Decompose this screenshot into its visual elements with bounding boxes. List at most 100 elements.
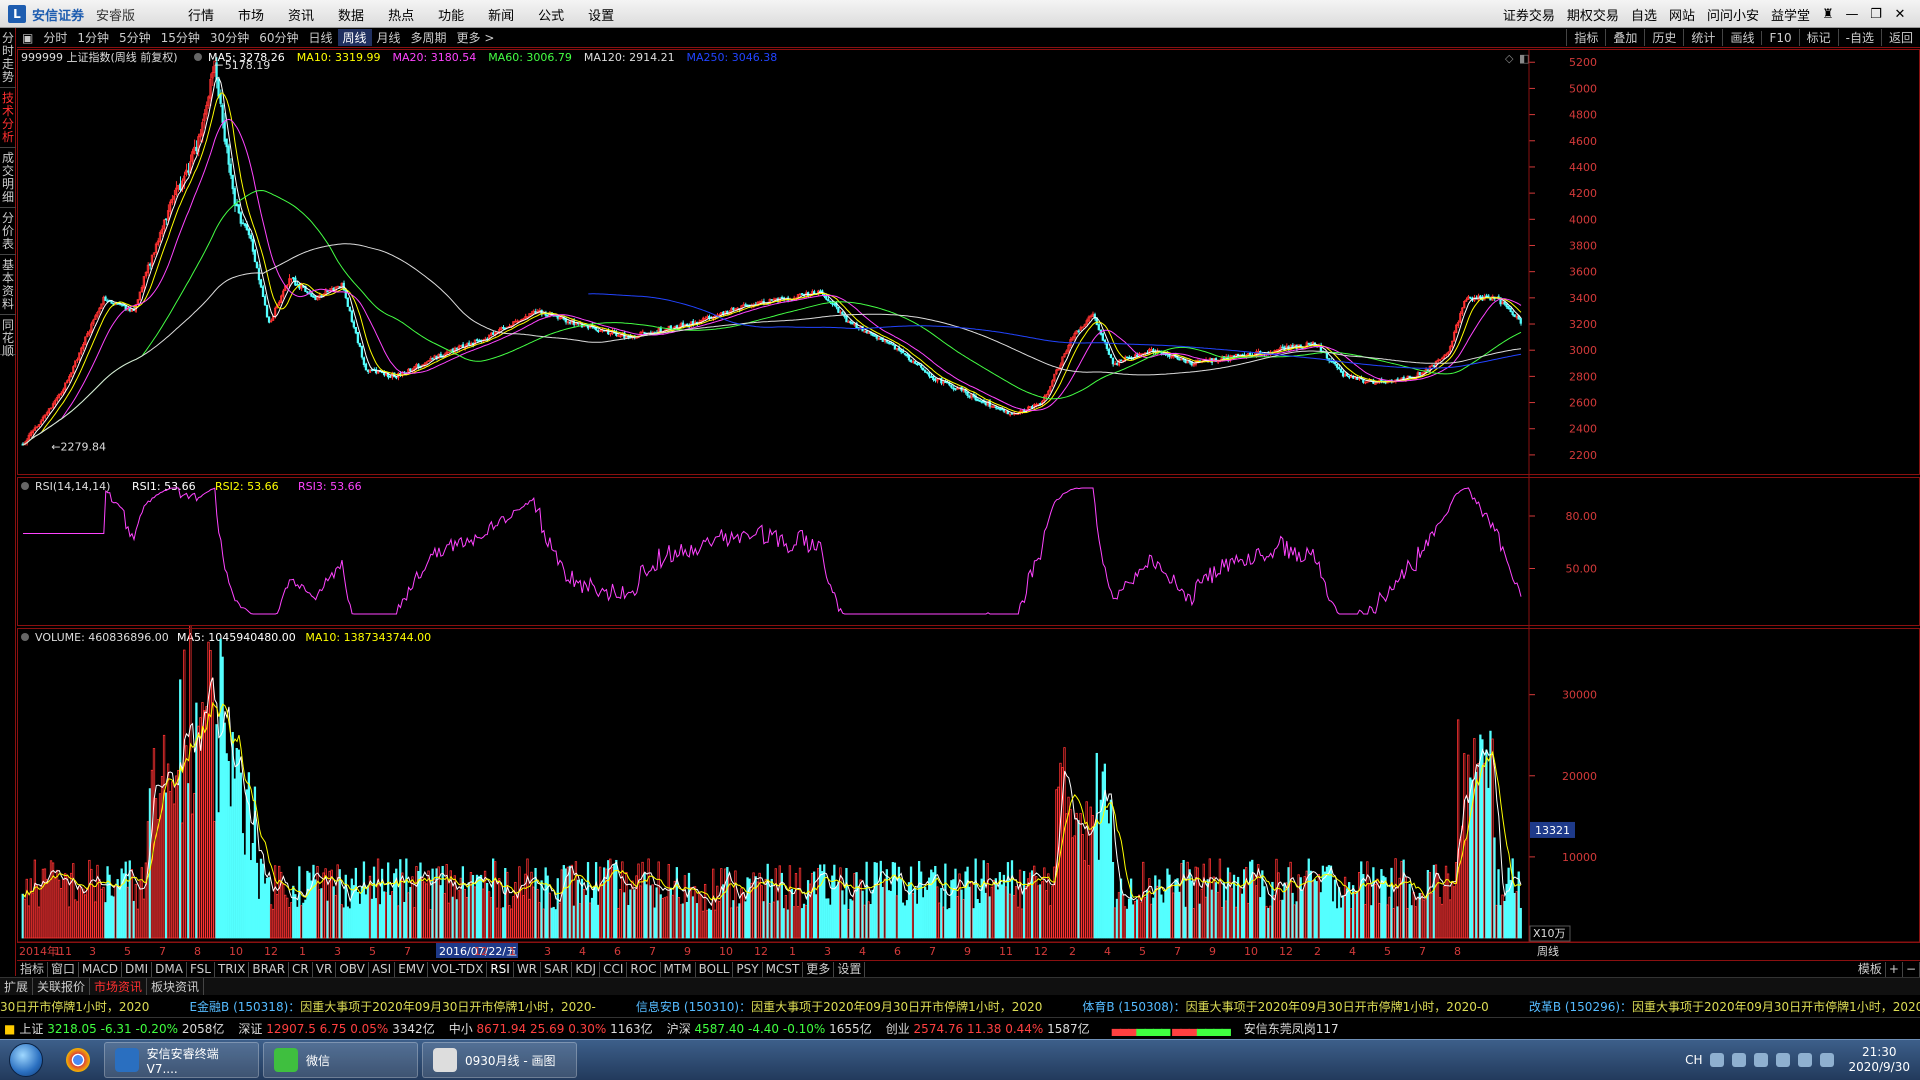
indicator-tab[interactable]: FSL <box>187 961 215 977</box>
diamond-icon[interactable]: ◇ <box>1505 52 1514 65</box>
language-indicator[interactable]: CH <box>1685 1053 1702 1067</box>
dropdown-icon[interactable] <box>194 53 202 61</box>
tool-button[interactable]: 叠加 <box>1605 29 1644 46</box>
ticker-item[interactable]: 30日开市停牌1小时，2020 <box>0 998 149 1015</box>
period-tab[interactable]: 1分钟 <box>72 29 114 46</box>
indicator-tab[interactable]: BRAR <box>249 961 290 977</box>
period-tab[interactable]: 30分钟 <box>205 29 254 46</box>
indicator-tab[interactable]: CCI <box>600 961 628 977</box>
menu-item[interactable]: 设置 <box>576 5 626 24</box>
indicator-tab[interactable]: MACD <box>79 961 123 977</box>
indicator-tab[interactable]: OBV <box>336 961 369 977</box>
indicator-tab[interactable]: SAR <box>541 961 573 977</box>
tool-button[interactable]: F10 <box>1761 30 1798 45</box>
menu-item[interactable]: 新闻 <box>476 5 526 24</box>
indicator-tab[interactable]: BOLL <box>696 961 734 977</box>
bottom-tab[interactable]: 板块资讯 <box>147 978 205 995</box>
tool-button[interactable]: -自选 <box>1837 29 1881 46</box>
template-control[interactable]: 模板 <box>1855 961 1886 977</box>
right-menu-item[interactable]: 益学堂 <box>1765 5 1816 24</box>
bottom-tab[interactable]: 扩展 <box>0 978 34 995</box>
left-tab[interactable]: 分时走势 <box>0 28 16 88</box>
menu-item[interactable]: 市场 <box>226 5 276 24</box>
indicator-tab[interactable]: MTM <box>661 961 696 977</box>
network-icon[interactable] <box>1732 1053 1747 1067</box>
tool-button[interactable]: 画线 <box>1722 29 1761 46</box>
tool-button[interactable]: 指标 <box>1566 29 1605 46</box>
indicator-tab[interactable]: EMV <box>395 961 429 977</box>
close-icon[interactable]: ✕ <box>1888 7 1912 22</box>
chrome-taskbar-icon[interactable] <box>56 1042 100 1078</box>
indicator-tab[interactable]: ASI <box>369 961 396 977</box>
template-control[interactable]: + <box>1886 961 1903 977</box>
right-menu-item[interactable]: 自选 <box>1625 5 1663 24</box>
wechat-tray-icon[interactable] <box>1776 1053 1791 1067</box>
right-menu-item[interactable]: 网站 <box>1663 5 1701 24</box>
index-quote[interactable]: 上证 3218.05 -6.31 -0.20% 2058亿 <box>19 1020 224 1037</box>
restore-icon[interactable]: ❐ <box>1864 7 1888 22</box>
period-tab[interactable]: 更多 > <box>452 29 500 46</box>
right-menu-item[interactable]: 问问小安 <box>1701 5 1765 24</box>
display-icon[interactable] <box>1798 1053 1813 1067</box>
period-tab[interactable]: 周线 <box>337 29 372 46</box>
keyboard-icon[interactable] <box>1710 1053 1725 1067</box>
indicator-tab[interactable]: 设置 <box>834 961 866 977</box>
tool-button[interactable]: 返回 <box>1880 29 1920 46</box>
system-clock[interactable]: 21:30 2020/9/30 <box>1848 1045 1910 1075</box>
indicator-tab[interactable]: 窗口 <box>48 961 80 977</box>
indicator-tab[interactable]: RSI <box>487 961 514 977</box>
skin-icon[interactable]: ♜ <box>1816 7 1840 22</box>
period-tab[interactable]: 5分钟 <box>114 29 156 46</box>
menu-item[interactable]: 行情 <box>176 5 226 24</box>
right-menu-item[interactable]: 期权交易 <box>1561 5 1625 24</box>
indicator-tab[interactable]: 指标 <box>17 961 49 977</box>
indicator-tab[interactable]: ROC <box>627 961 661 977</box>
bottom-tab[interactable]: 市场资讯 <box>90 978 148 995</box>
period-tab[interactable]: 日线 <box>303 29 337 46</box>
trading-app-taskbar-item[interactable]: 安信安睿终端V7.... <box>104 1042 259 1078</box>
indicator-tab[interactable]: TRIX <box>215 961 250 977</box>
antivirus-icon[interactable] <box>1754 1053 1769 1067</box>
start-button[interactable] <box>0 1040 52 1080</box>
indicator-tab[interactable]: VR <box>313 961 337 977</box>
indicator-tab[interactable]: WR <box>514 961 542 977</box>
index-quote[interactable]: 沪深 4587.40 -4.40 -0.10% 1655亿 <box>667 1020 872 1037</box>
period-tab[interactable]: 多周期 <box>406 29 452 46</box>
indicator-tab[interactable]: 更多 <box>803 961 835 977</box>
ticker-item[interactable]: 信息安B (150310)：因重大事项于2020年09月30日开市停牌1小时，2… <box>636 998 1043 1015</box>
ticker-item[interactable]: 改革B (150296)：因重大事项于2020年09月30日开市停牌1小时，20… <box>1529 998 1920 1015</box>
minimize-icon[interactable]: — <box>1840 7 1864 22</box>
layout-toggle-icon[interactable]: ▣ <box>17 31 38 45</box>
paint-taskbar-item[interactable]: 0930月线 - 画图 <box>422 1042 577 1078</box>
indicator-tab[interactable]: DMA <box>152 961 187 977</box>
menu-item[interactable]: 数据 <box>326 5 376 24</box>
left-tab[interactable]: 成交明细 <box>0 148 16 208</box>
speaker-icon[interactable] <box>1820 1053 1835 1067</box>
left-tab[interactable]: 基本资料 <box>0 255 16 315</box>
panel-icon[interactable]: ◧ <box>1519 52 1529 65</box>
menu-item[interactable]: 资讯 <box>276 5 326 24</box>
template-control[interactable]: − <box>1903 961 1920 977</box>
index-quote[interactable]: 深证 12907.5 6.75 0.05% 3342亿 <box>238 1020 434 1037</box>
indicator-tab[interactable]: DMI <box>122 961 153 977</box>
left-tab[interactable]: 同花顺 <box>0 315 16 358</box>
ticker-item[interactable]: E金融B (150318)：因重大事项于2020年09月30日开市停牌1小时，2… <box>189 998 595 1015</box>
news-ticker[interactable]: 30日开市停牌1小时，2020 E金融B (150318)：因重大事项于2020年… <box>0 995 1920 1017</box>
left-tab[interactable]: 分价表 <box>0 208 16 255</box>
indicator-tab[interactable]: VOL-TDX <box>428 961 488 977</box>
kline-chart[interactable]: 5200 5000 4800 4600 4400 4200 4000 3800 3600 3400… <box>17 49 1920 960</box>
menu-item[interactable]: 公式 <box>526 5 576 24</box>
indicator-tab[interactable]: MCST <box>763 961 804 977</box>
wechat-taskbar-item[interactable]: 微信 <box>263 1042 418 1078</box>
left-tab[interactable]: 技术分析 <box>0 88 16 148</box>
menu-item[interactable]: 功能 <box>426 5 476 24</box>
tool-button[interactable]: 统计 <box>1683 29 1722 46</box>
bottom-tab[interactable]: 关联报价 <box>33 978 91 995</box>
period-tab[interactable]: 分时 <box>38 29 72 46</box>
right-menu-item[interactable]: 证券交易 <box>1497 5 1561 24</box>
period-tab[interactable]: 60分钟 <box>254 29 303 46</box>
tool-button[interactable]: 标记 <box>1798 29 1838 46</box>
period-tab[interactable]: 月线 <box>372 29 406 46</box>
alert-icon[interactable]: ■ <box>4 1022 15 1036</box>
dropdown-icon[interactable] <box>21 482 29 490</box>
